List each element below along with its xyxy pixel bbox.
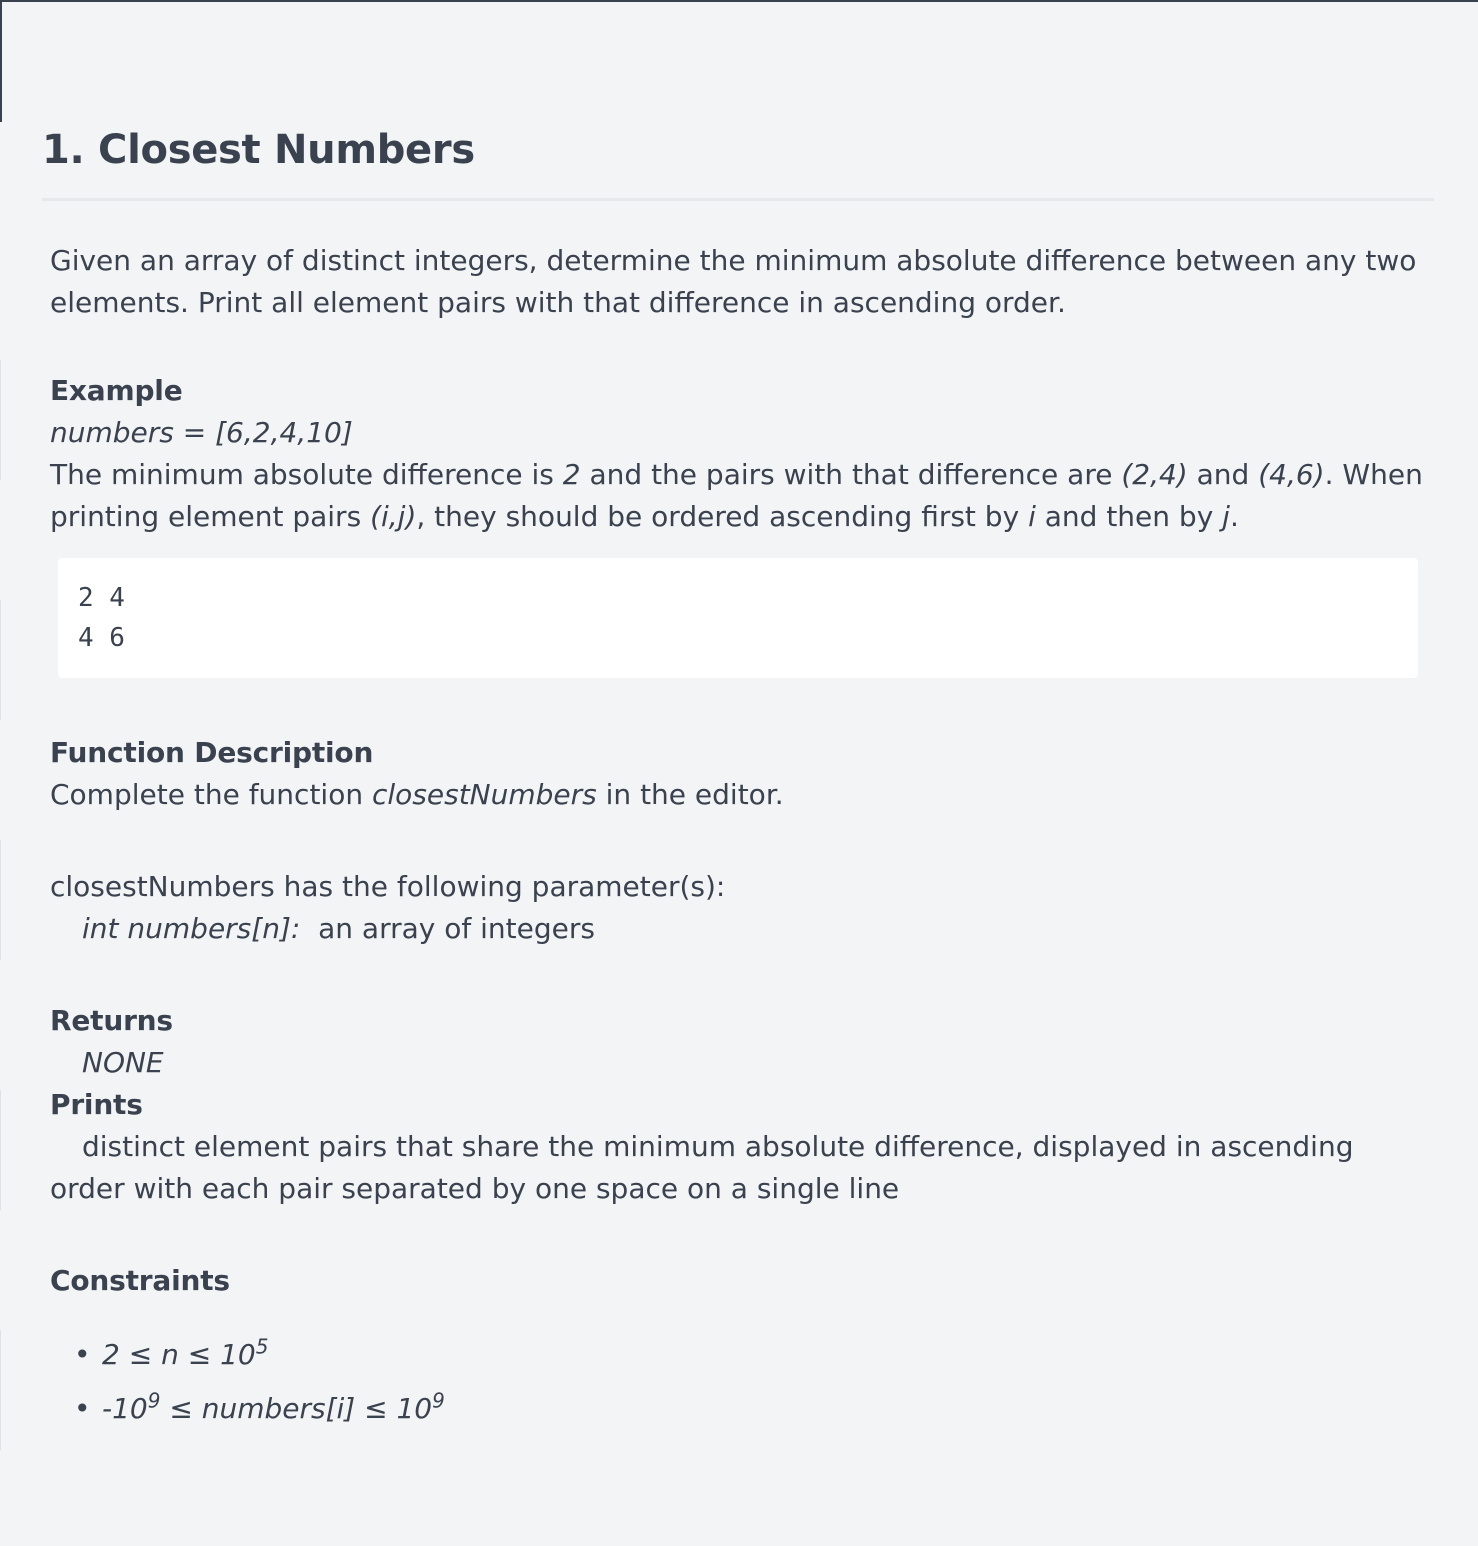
title-divider xyxy=(42,198,1434,201)
output-line: 2 4 xyxy=(78,583,125,613)
pair-value: (4,6) xyxy=(1258,458,1325,491)
pair-value: (2,4) xyxy=(1121,458,1188,491)
pair-generic: (i,j) xyxy=(370,500,417,533)
parameter-item: int numbers[n]: an array of integers xyxy=(50,908,1430,950)
bullet-icon: • xyxy=(74,1392,91,1425)
constraints-list: • 2 ≤ n ≤ 105 • -109 ≤ numbers[i] ≤ 109 xyxy=(50,1328,1430,1436)
function-name: closestNumbers xyxy=(371,778,597,811)
prints-heading: Prints xyxy=(50,1088,143,1121)
var-j: j xyxy=(1222,500,1230,533)
function-description-heading: Function Description xyxy=(50,736,374,769)
min-diff-value: 2 xyxy=(562,458,581,491)
example-input: numbers = [6,2,4,10] xyxy=(50,412,1430,454)
returns-value: NONE xyxy=(82,1046,164,1079)
example-explanation: The minimum absolute difference is 2 and… xyxy=(50,458,1423,533)
left-edge-divider xyxy=(0,1330,1,1450)
example-heading: Example xyxy=(50,374,183,407)
returns-heading: Returns xyxy=(50,1004,173,1037)
problem-page: 1. Closest Numbers Given an array of dis… xyxy=(0,0,1478,1546)
parameter-signature: int numbers[n]: xyxy=(82,912,301,945)
left-edge-divider xyxy=(0,840,1,960)
window-left-border xyxy=(0,0,2,122)
bullet-icon: • xyxy=(74,1338,91,1371)
left-edge-divider xyxy=(0,360,1,480)
var-i: i xyxy=(1028,500,1036,533)
example-input-value: numbers = [6,2,4,10] xyxy=(50,416,353,449)
output-line: 4 6 xyxy=(78,623,125,653)
parameter-description: an array of integers xyxy=(300,912,595,945)
function-description-text: Complete the function closestNumbers in … xyxy=(50,778,784,811)
example-output-block: 2 4 4 6 xyxy=(58,558,1418,678)
window-top-border xyxy=(0,0,1478,2)
constraint-item: • -109 ≤ numbers[i] ≤ 109 xyxy=(50,1382,1430,1436)
left-edge-divider xyxy=(0,1090,1,1210)
problem-intro: Given an array of distinct integers, det… xyxy=(50,244,1417,319)
prints-description: distinct element pairs that share the mi… xyxy=(50,1130,1354,1205)
problem-title: 1. Closest Numbers xyxy=(42,127,475,173)
constraints-heading: Constraints xyxy=(50,1264,230,1297)
parameters-intro: closestNumbers has the following paramet… xyxy=(50,870,726,903)
constraint-item: • 2 ≤ n ≤ 105 xyxy=(50,1328,1430,1382)
problem-statement: Given an array of distinct integers, det… xyxy=(50,240,1430,1436)
left-edge-divider xyxy=(0,600,1,720)
